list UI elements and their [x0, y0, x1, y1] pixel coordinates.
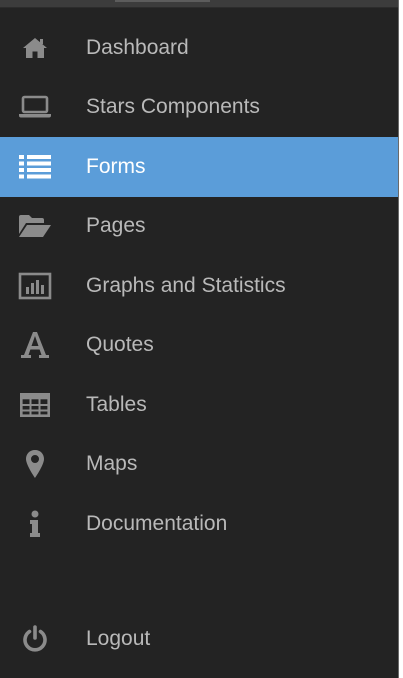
sidebar-item-stars-components[interactable]: Stars Components — [0, 78, 398, 138]
sidebar-item-label: Graphs and Statistics — [86, 273, 286, 297]
sidebar-item-label: Maps — [86, 452, 138, 476]
top-bar — [0, 0, 398, 8]
map-marker-icon — [16, 449, 54, 479]
top-bar-tab — [115, 0, 210, 2]
logout-section: Logout — [0, 609, 398, 669]
sidebar-item-logout[interactable]: Logout — [0, 609, 398, 669]
sidebar: Dashboard Stars Components Forms Pages G… — [0, 0, 399, 678]
sidebar-item-label: Forms — [86, 154, 146, 178]
home-icon — [16, 33, 54, 63]
list-icon — [16, 152, 54, 182]
sidebar-menu: Dashboard Stars Components Forms Pages G… — [0, 18, 398, 554]
folder-open-icon — [16, 211, 54, 241]
sidebar-item-pages[interactable]: Pages — [0, 197, 398, 257]
sidebar-item-dashboard[interactable]: Dashboard — [0, 18, 398, 78]
info-icon — [16, 509, 54, 539]
sidebar-item-quotes[interactable]: Quotes — [0, 316, 398, 376]
sidebar-item-label: Dashboard — [86, 35, 189, 59]
sidebar-item-documentation[interactable]: Documentation — [0, 494, 398, 554]
sidebar-item-tables[interactable]: Tables — [0, 375, 398, 435]
font-icon — [16, 330, 54, 360]
bar-chart-icon — [16, 271, 54, 301]
sidebar-item-forms[interactable]: Forms — [0, 137, 398, 197]
table-icon — [16, 390, 54, 420]
sidebar-item-label: Quotes — [86, 333, 154, 357]
sidebar-item-label: Stars Components — [86, 95, 260, 119]
sidebar-item-graphs-and-statistics[interactable]: Graphs and Statistics — [0, 256, 398, 316]
sidebar-item-label: Documentation — [86, 511, 228, 535]
laptop-icon — [16, 92, 54, 122]
sidebar-item-label: Logout — [86, 626, 151, 650]
sidebar-item-label: Pages — [86, 214, 146, 238]
sidebar-item-maps[interactable]: Maps — [0, 435, 398, 495]
power-icon — [16, 624, 54, 654]
sidebar-item-label: Tables — [86, 392, 147, 416]
